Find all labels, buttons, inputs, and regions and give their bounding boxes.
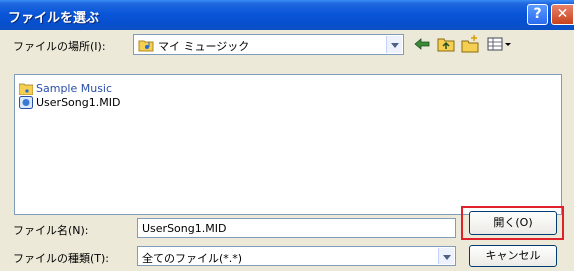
location-label: ファイルの場所(I): (13, 40, 106, 53)
file-list[interactable]: Sample Music UserSong1.MID (14, 74, 562, 215)
close-button[interactable]: ✕ (551, 4, 574, 25)
window-title: ファイルを選ぶ (8, 11, 100, 26)
filetype-label: ファイルの種類(T): (13, 252, 110, 265)
list-item-label: Sample Music (36, 82, 113, 95)
help-button[interactable]: ? (527, 4, 548, 25)
list-item-label: UserSong1.MID (36, 96, 121, 109)
music-folder-icon (138, 40, 154, 52)
filetype-dropdown[interactable]: 全てのファイル(*.*) (137, 246, 456, 266)
filename-value: UserSong1.MID (142, 222, 227, 235)
chevron-down-icon[interactable] (438, 248, 454, 264)
filetype-value: 全てのファイル(*.*) (142, 252, 243, 265)
up-folder-icon[interactable] (436, 34, 456, 54)
filename-input[interactable]: UserSong1.MID (137, 218, 456, 238)
cancel-button-label: キャンセル (485, 249, 541, 262)
cancel-button[interactable]: キャンセル (469, 245, 557, 267)
title-bar: ファイルを選ぶ ? ✕ (0, 0, 574, 30)
open-button-highlight (461, 206, 564, 240)
chevron-down-icon[interactable] (386, 36, 402, 53)
new-folder-icon[interactable] (460, 34, 480, 54)
midi-file-icon (19, 96, 33, 109)
location-dropdown[interactable]: マイ ミュージック (133, 34, 404, 55)
view-menu-icon[interactable] (486, 34, 514, 54)
folder-icon (19, 83, 33, 95)
filename-label: ファイル名(N): (13, 224, 89, 237)
location-value: マイ ミュージック (158, 40, 250, 53)
back-arrow-icon[interactable] (412, 34, 432, 54)
